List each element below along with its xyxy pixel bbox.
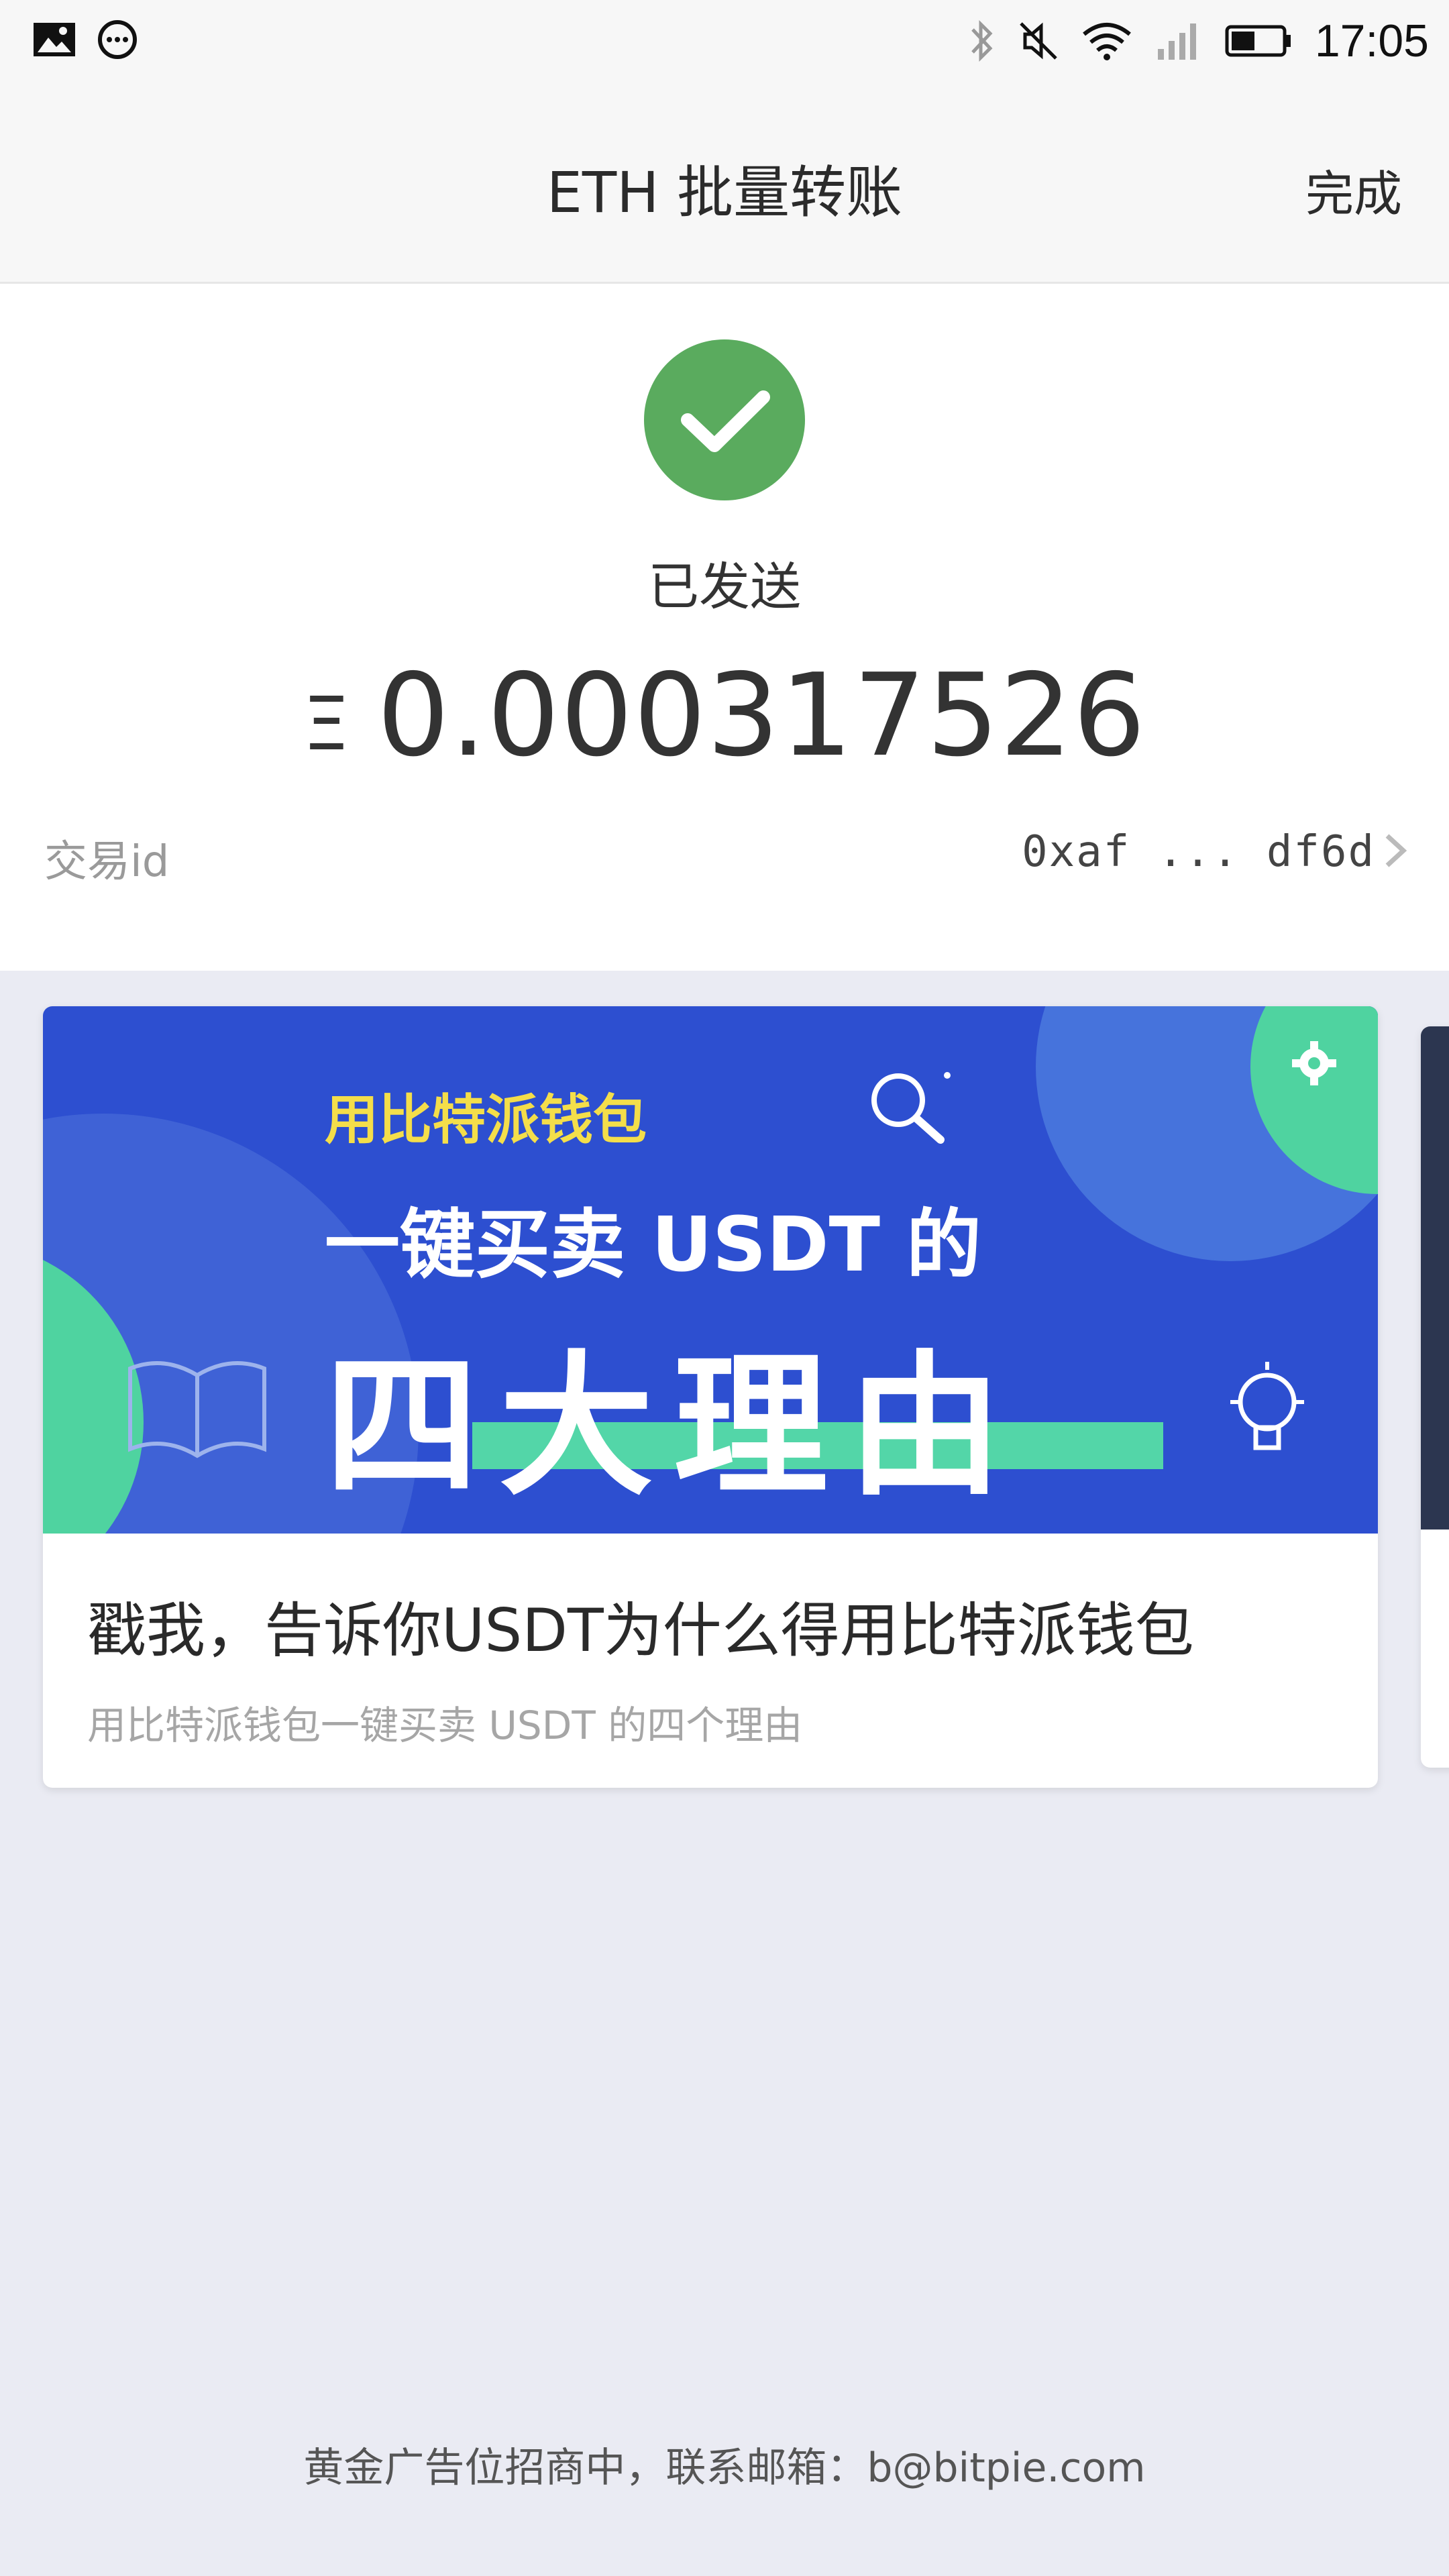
ad-title[interactable]: 戳我，告诉你USDT为什么得用比特派钱包 [87, 1583, 1194, 1668]
next-ad-card[interactable] [1421, 1026, 1449, 1768]
magnifier-icon [871, 1072, 951, 1144]
bluetooth-icon [971, 19, 993, 62]
status-bar-left [32, 19, 138, 60]
eth-symbol: Ξ [303, 680, 350, 767]
page-title: ETH 批量转账 [546, 160, 903, 225]
ad-subtitle: 用比特派钱包一键买卖 USDT 的四个理由 [87, 1703, 803, 1748]
battery-icon [1225, 25, 1291, 57]
ad-banner[interactable]: 用比特派钱包 一键买卖 USDT 的 四大理由 [43, 1006, 1378, 1534]
txid-value[interactable]: 0xaf ... df6d [1022, 827, 1375, 877]
amount-display: Ξ 0.000317526 [0, 649, 1449, 782]
ad-card[interactable]: 用比特派钱包 一键买卖 USDT 的 四大理由 戳我，告诉你USDT为什么得用比… [43, 1006, 1378, 1788]
next-ad-banner [1421, 1026, 1449, 1529]
success-check-icon [644, 339, 805, 500]
banner-line-1: 用比特派钱包 [325, 1089, 647, 1151]
transaction-summary: 已发送 Ξ 0.000317526 交易id 0xaf ... df6d [0, 284, 1449, 971]
nav-bar: ETH 批量转账 完成 [0, 87, 1449, 284]
gear-icon [1292, 1041, 1336, 1085]
status-bar: 17:05 [0, 0, 1449, 87]
message-icon [98, 20, 137, 59]
book-icon [128, 1361, 266, 1458]
lightbulb-icon [1230, 1362, 1304, 1450]
amount-value: 0.000317526 [376, 649, 1146, 782]
txid-label: 交易id [44, 837, 170, 887]
status-label: 已发送 [648, 557, 801, 616]
status-bar-right: 17:05 [969, 15, 1429, 67]
banner-line-3: 四大理由 [325, 1338, 1022, 1517]
signal-icon [1157, 23, 1196, 60]
done-button[interactable]: 完成 [1305, 154, 1402, 225]
footer-ad-contact: 黄金广告位招商中，联系邮箱：b@bitpie.com [303, 2445, 1146, 2491]
wifi-icon [1082, 23, 1131, 60]
mute-icon [1020, 22, 1057, 60]
clock: 17:05 [1314, 15, 1429, 66]
image-icon [34, 23, 75, 56]
banner-line-2: 一键买卖 USDT 的 [325, 1201, 981, 1289]
chevron-right-icon[interactable] [1375, 824, 1415, 877]
